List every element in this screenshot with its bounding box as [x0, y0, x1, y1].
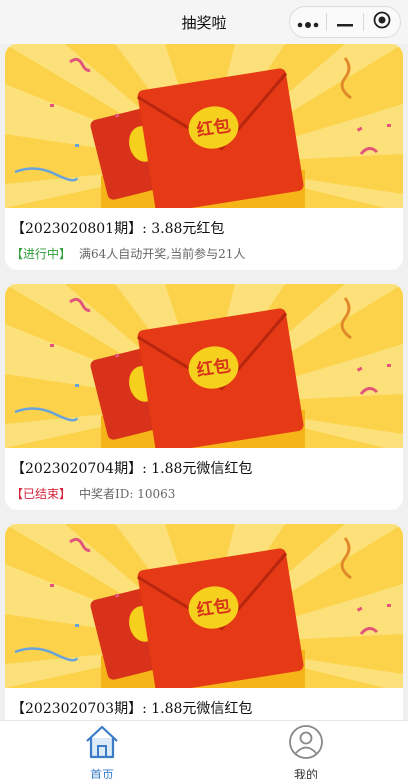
red-envelope-banner	[5, 44, 403, 208]
lottery-info: 满64人自动开奖,当前参与21人	[79, 247, 246, 261]
lottery-info: 中奖者ID: 10063	[79, 487, 176, 501]
target-close-icon	[373, 11, 391, 33]
lottery-list[interactable]: 【2023020801期】: 3.88元红包 【进行中】 满64人自动开奖,当前参…	[0, 44, 408, 720]
mini-program-capsule	[289, 6, 401, 38]
minimize-button[interactable]	[327, 7, 363, 37]
lottery-card[interactable]: 【2023020801期】: 3.88元红包 【进行中】 满64人自动开奖,当前参…	[5, 44, 403, 270]
lottery-title: 【2023020704期】: 1.88元微信红包	[11, 461, 253, 477]
minus-icon	[337, 13, 353, 32]
lottery-meta: 【进行中】 满64人自动开奖,当前参与21人	[5, 238, 403, 262]
tab-label-mine: 我的	[293, 768, 318, 779]
user-icon	[287, 724, 325, 764]
tab-label-home: 首页	[89, 768, 114, 779]
lottery-title: 【2023020801期】: 3.88元红包	[11, 221, 225, 237]
status-badge: 【已结束】	[11, 487, 72, 501]
tab-mine[interactable]: 我的	[204, 721, 408, 779]
lottery-title: 【2023020703期】: 1.88元微信红包	[11, 701, 253, 717]
lottery-meta: 【已结束】 中奖者ID: 10063	[5, 478, 403, 502]
home-icon	[83, 724, 121, 764]
red-envelope-banner	[5, 284, 403, 448]
tab-bar: 首页 我的	[0, 720, 408, 779]
tab-home[interactable]: 首页	[0, 721, 204, 779]
more-button[interactable]	[290, 7, 326, 37]
lottery-card[interactable]: 【2023020704期】: 1.88元微信红包 【已结束】 中奖者ID: 100…	[5, 284, 403, 510]
status-badge: 【进行中】	[11, 247, 72, 261]
lottery-card[interactable]: 【2023020703期】: 1.88元微信红包	[5, 524, 403, 720]
close-program-button[interactable]	[364, 7, 400, 37]
more-dots-icon	[297, 13, 319, 32]
navigation-bar: 抽奖啦	[0, 0, 408, 44]
page-title: 抽奖啦	[181, 13, 227, 32]
red-envelope-banner	[5, 524, 403, 688]
